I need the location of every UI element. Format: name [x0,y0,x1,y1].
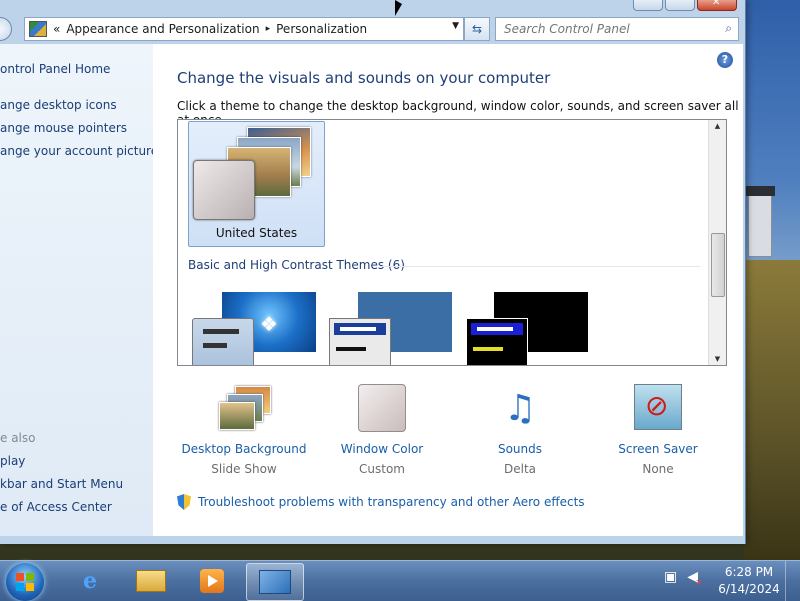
breadcrumb-separator[interactable]: ▸ [266,24,271,34]
taskbar-start-menu-link[interactable]: kbar and Start Menu [0,477,123,491]
window-controls [633,0,737,11]
back-button[interactable] [0,17,12,41]
ease-of-access-link[interactable]: e of Access Center [0,500,112,514]
search-input[interactable] [502,18,716,40]
desktop-background-value: Slide Show [211,462,277,476]
change-mouse-pointers-link[interactable]: ange mouse pointers [0,121,127,135]
theme-united-states[interactable]: United States [188,121,325,247]
sounds-option[interactable]: ♫ Sounds Delta [455,384,585,476]
theme-windows7-swatch[interactable] [192,318,254,365]
personalization-window: « Appearance and Personalization ▸ Perso… [0,0,746,544]
troubleshoot-link-row[interactable]: Troubleshoot problems with transparency … [177,494,585,510]
sounds-link[interactable]: Sounds [455,442,585,456]
windows-explorer-icon[interactable] [123,563,179,599]
chevron-down-icon[interactable]: ▼ [452,21,459,31]
notification-area: ▣ ◀ [664,569,702,587]
clock[interactable]: 6:28 PM 6/14/2024 [718,564,780,598]
see-also-heading: e also [0,431,36,445]
desktop-background-link[interactable]: Desktop Background [179,442,309,456]
theme-basic-swatch[interactable] [329,318,391,365]
theme-label: United States [215,226,298,240]
show-desktop-button[interactable] [785,561,800,601]
minimize-button[interactable] [633,0,663,11]
help-icon[interactable]: ? [717,52,733,68]
taskbar: e ▣ ◀ 6:28 PM 6/14/2024 [0,560,800,601]
windows-logo-icon [16,573,34,591]
lighthouse-image [745,186,775,257]
uac-shield-icon [177,494,191,510]
breadcrumb-appearance[interactable]: Appearance and Personalization [66,22,259,36]
breadcrumb-overflow[interactable]: « [53,22,60,36]
sounds-icon: ♫ [503,388,537,429]
theme-list-scrollbar[interactable]: ▲ ▼ [708,120,726,365]
network-icon[interactable]: ▣ [664,569,677,585]
mouse-cursor-icon [395,0,402,21]
screen-saver-link[interactable]: Screen Saver [593,442,723,456]
desktop-background-option[interactable]: Desktop Background Slide Show [179,384,309,476]
breadcrumb-personalization[interactable]: Personalization [276,22,367,36]
clock-date: 6/14/2024 [718,582,780,596]
screen-saver-icon [633,384,683,434]
main-content: ? Change the visuals and sounds on your … [153,44,743,536]
meadow-image [744,260,800,560]
refresh-icon[interactable]: ⇆ [464,17,490,41]
swatch-line [203,343,227,348]
change-desktop-icons-link[interactable]: ange desktop icons [0,98,117,112]
control-panel-home-link[interactable]: ontrol Panel Home [0,62,110,76]
swatch-titlebar [471,323,523,335]
left-task-pane: ontrol Panel Home ange desktop icons ang… [0,44,153,536]
search-box[interactable]: ⌕ [495,17,739,41]
swatch-titlebar [334,323,386,335]
media-player-icon[interactable] [184,563,240,599]
internet-explorer-icon[interactable]: e [62,563,118,599]
window-color-icon [357,384,407,434]
group-divider [380,266,700,267]
desktop-background-icon [219,384,271,434]
theme-high-contrast-swatch[interactable] [466,318,528,365]
start-button[interactable] [6,563,44,601]
sounds-value: Delta [503,462,536,476]
control-panel-taskbar-icon[interactable] [246,563,304,601]
change-account-picture-link[interactable]: ange your account picture [0,144,153,158]
close-button[interactable] [697,0,737,11]
maximize-button[interactable] [665,0,695,11]
screen-saver-value: None [642,462,674,476]
basic-themes-group-title[interactable]: Basic and High Contrast Themes (6) [188,258,405,272]
troubleshoot-link[interactable]: Troubleshoot problems with transparency … [198,495,585,509]
theme-color-swatch [193,160,255,220]
scroll-down-icon[interactable]: ▼ [709,355,726,363]
scroll-up-icon[interactable]: ▲ [709,122,726,130]
address-bar[interactable]: « Appearance and Personalization ▸ Perso… [24,17,464,41]
theme-list[interactable]: United States Basic and High Contrast Th… [177,119,727,366]
window-color-value: Custom [359,462,405,476]
volume-muted-icon[interactable]: ◀ [687,569,701,587]
windows-logo-icon: ❖ [260,312,278,336]
scrollbar-thumb[interactable] [711,233,725,297]
window-color-option[interactable]: Window Color Custom [317,384,447,476]
search-icon[interactable]: ⌕ [725,21,732,36]
control-panel-icon [29,21,47,37]
display-link[interactable]: play [0,454,25,468]
swatch-line [203,329,239,334]
screen-saver-option[interactable]: Screen Saver None [593,384,723,476]
window-color-link[interactable]: Window Color [317,442,447,456]
swatch-line [473,347,503,351]
swatch-line [336,347,366,351]
address-row: « Appearance and Personalization ▸ Perso… [0,16,745,42]
page-title: Change the visuals and sounds on your co… [177,69,551,87]
clock-time: 6:28 PM [724,565,774,579]
